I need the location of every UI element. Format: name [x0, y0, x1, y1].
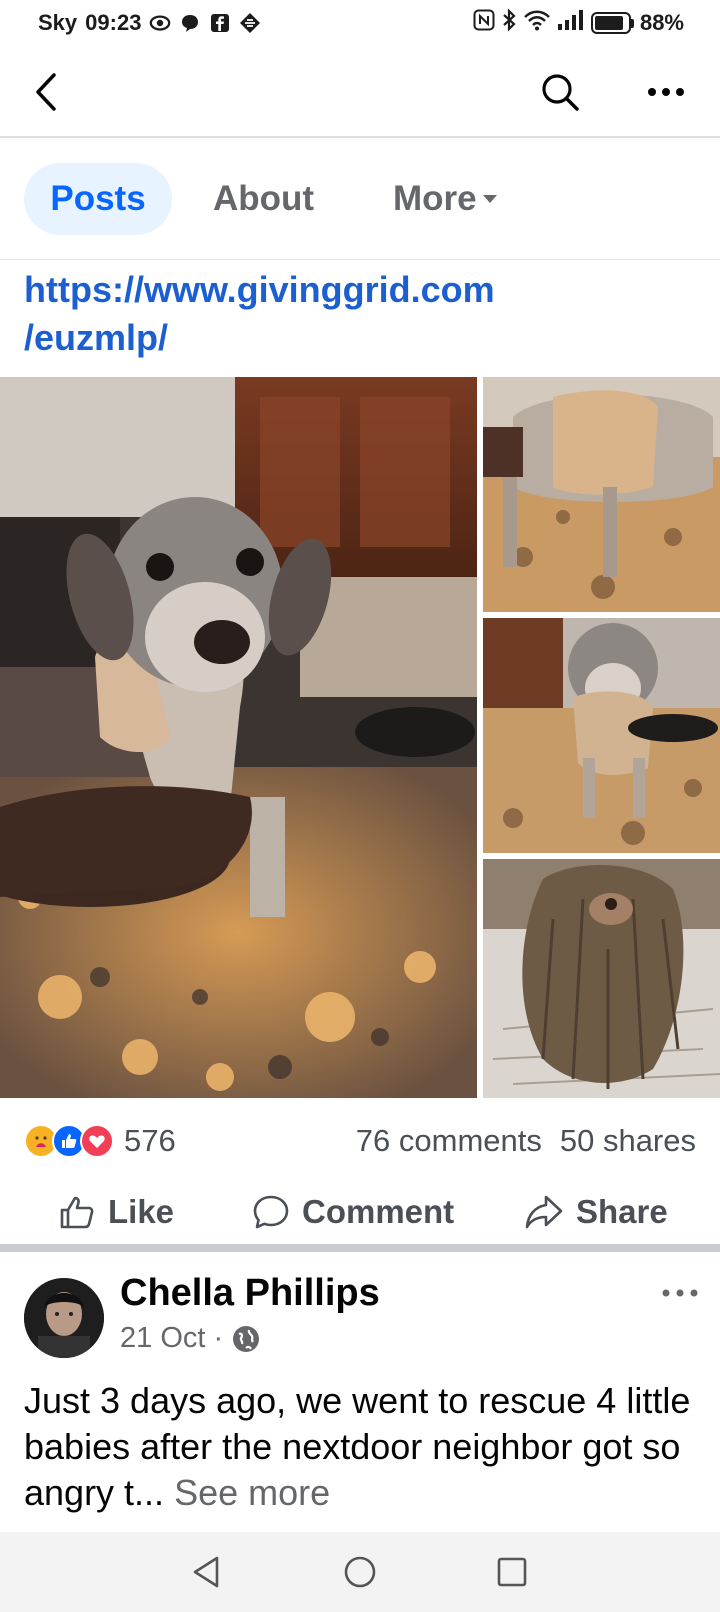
photo-grid [0, 377, 720, 1098]
post-body: Just 3 days ago, we went to rescue 4 lit… [24, 1380, 691, 1513]
post-meta: 21 Oct · [120, 1322, 261, 1355]
carrier: Sky [38, 10, 78, 35]
facebook-icon [209, 12, 231, 34]
caret-down-icon [482, 195, 497, 203]
avatar[interactable] [24, 1278, 104, 1358]
engagement-counts: 76 comments 50 shares [356, 1123, 696, 1159]
post-date[interactable]: 21 Oct [120, 1322, 205, 1355]
feed-separator [0, 1244, 720, 1252]
dog-photo-main[interactable] [0, 377, 477, 1098]
profile-tabs: Posts About More [0, 140, 720, 260]
reactions-summary[interactable]: 576 76 comments 50 shares [0, 1098, 720, 1184]
nav-back-button[interactable] [186, 1552, 226, 1592]
clock: 09:23 [85, 10, 142, 35]
thumbs-up-icon [60, 1196, 94, 1229]
share-label: Share [576, 1193, 668, 1230]
share-button[interactable]: Share [524, 1186, 668, 1238]
back-button[interactable] [26, 70, 66, 114]
status-left: Sky 09:23 [38, 10, 261, 36]
tab-about[interactable]: About [213, 163, 314, 235]
next-post: Chella Phillips 21 Oct · Just 3 days ago… [0, 1252, 720, 1532]
nav-home-button[interactable] [340, 1552, 380, 1592]
back-icon [36, 73, 56, 111]
battery-percent: 88% [639, 10, 684, 35]
nav-back-icon [193, 1556, 219, 1588]
bluetooth-icon [501, 8, 517, 38]
like-button[interactable]: Like [58, 1186, 174, 1238]
comments-count[interactable]: 76 comments [356, 1123, 542, 1159]
dog-photo-standing[interactable] [483, 618, 720, 853]
reaction-icons [24, 1124, 114, 1158]
globe-icon [233, 1325, 260, 1352]
tab-more-label: More [393, 179, 477, 218]
signal-icon [557, 9, 585, 37]
post-link[interactable]: https://www.givinggrid.com /euzmlp/ [24, 266, 704, 362]
more-icon [662, 1289, 698, 1297]
love-icon [80, 1124, 114, 1158]
nfc-icon [473, 9, 495, 37]
top-navigation [0, 46, 720, 138]
wifi-icon [523, 9, 551, 37]
battery-icon [590, 12, 634, 34]
nav-recent-button[interactable] [492, 1552, 532, 1592]
comment-icon [253, 1195, 289, 1229]
author-name[interactable]: Chella Phillips [120, 1272, 380, 1315]
post-actions: Like Comment Share [0, 1176, 720, 1246]
shares-count[interactable]: 50 shares [560, 1123, 696, 1159]
system-navigation-bar [0, 1532, 720, 1612]
post-options-button[interactable] [658, 1278, 702, 1308]
reaction-count: 576 [124, 1123, 176, 1158]
tab-more[interactable]: More [393, 163, 499, 235]
dog-photo-bandage[interactable] [483, 377, 720, 612]
post-text: Just 3 days ago, we went to rescue 4 lit… [24, 1378, 714, 1516]
nav-recent-icon [497, 1557, 527, 1587]
eye-icon [149, 12, 171, 34]
search-icon [542, 74, 579, 111]
see-more-link[interactable]: See more [174, 1472, 330, 1513]
status-bar: Sky 09:23 88% [0, 0, 720, 46]
nav-home-icon [344, 1556, 376, 1588]
status-right: 88% [473, 8, 684, 38]
comment-button[interactable]: Comment [252, 1186, 454, 1238]
chat-bubble-icon [179, 12, 201, 34]
post-link-line1: https://www.givinggrid.com [24, 269, 495, 310]
search-button[interactable] [538, 70, 582, 114]
more-icon [648, 88, 684, 96]
tab-posts[interactable]: Posts [24, 163, 172, 235]
app-icon [239, 12, 261, 34]
share-icon [525, 1195, 563, 1229]
post-link-line2: /euzmlp/ [24, 317, 169, 358]
dog-photo-matted[interactable] [483, 859, 720, 1098]
comment-label: Comment [302, 1193, 455, 1230]
meta-separator: · [213, 1322, 224, 1354]
more-options-button[interactable] [644, 70, 688, 114]
like-label: Like [108, 1193, 175, 1230]
